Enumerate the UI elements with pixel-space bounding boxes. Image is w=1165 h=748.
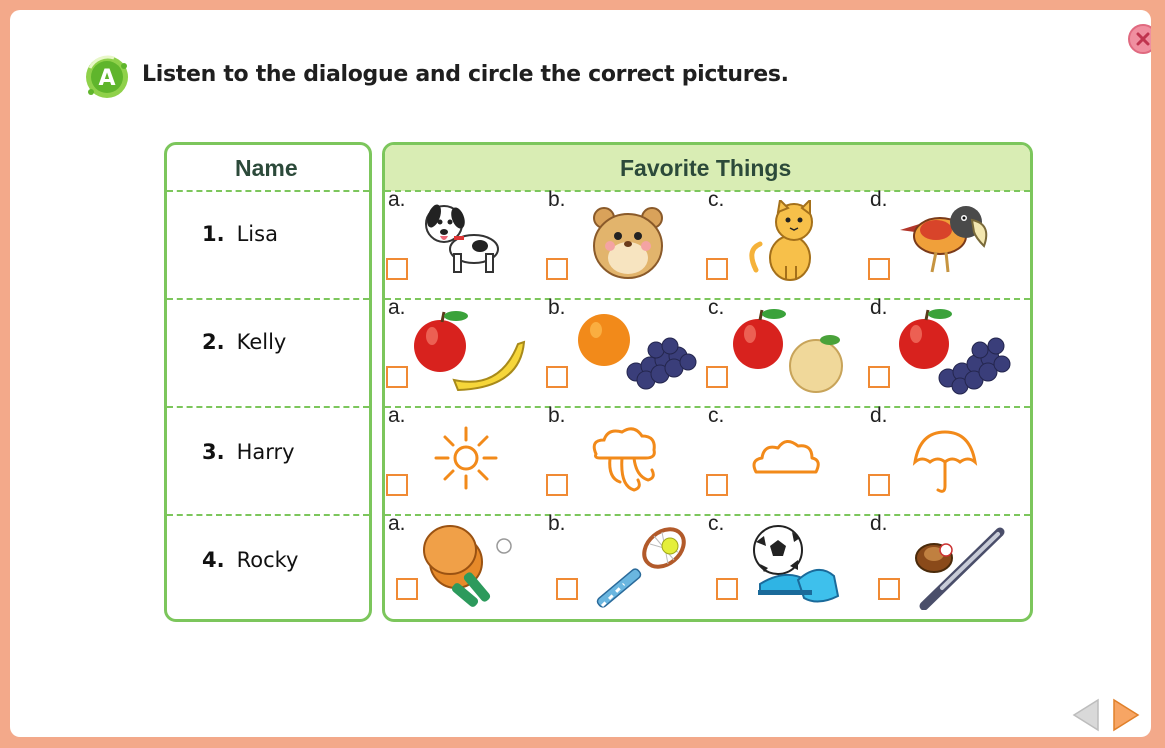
ping-pong-icon[interactable] bbox=[420, 522, 516, 610]
wind-icon[interactable] bbox=[590, 426, 662, 498]
soccer-icon[interactable] bbox=[746, 522, 842, 612]
row-divider bbox=[167, 190, 369, 192]
cat-icon[interactable] bbox=[746, 200, 828, 284]
checkbox-4a[interactable] bbox=[396, 578, 418, 600]
option-letter: d. bbox=[870, 188, 888, 211]
baseball-icon[interactable] bbox=[912, 524, 1008, 610]
option-letter: a. bbox=[388, 296, 406, 319]
checkbox-3d[interactable] bbox=[868, 474, 890, 496]
row-divider bbox=[167, 406, 369, 408]
option-letter: c. bbox=[708, 404, 725, 427]
favorite-things-header: Favorite Things bbox=[620, 155, 792, 181]
row-divider bbox=[167, 514, 369, 516]
checkbox-4c[interactable] bbox=[716, 578, 738, 600]
previous-page-arrow-icon[interactable] bbox=[1072, 698, 1100, 732]
hamster-icon[interactable] bbox=[588, 200, 670, 282]
option-letter: a. bbox=[388, 404, 406, 427]
apple-pear-icon[interactable] bbox=[730, 306, 852, 396]
section-badge-letter: A bbox=[98, 66, 115, 91]
checkbox-4d[interactable] bbox=[878, 578, 900, 600]
checkbox-2c[interactable] bbox=[706, 366, 728, 388]
apple-grapes-icon[interactable] bbox=[892, 306, 1020, 396]
next-page-arrow-icon[interactable] bbox=[1112, 698, 1140, 732]
option-letter: b. bbox=[548, 404, 566, 427]
option-letter: c. bbox=[708, 512, 725, 535]
option-letter: a. bbox=[388, 512, 406, 535]
checkbox-2b[interactable] bbox=[546, 366, 568, 388]
option-letter: b. bbox=[548, 188, 566, 211]
section-badge: A bbox=[84, 54, 130, 100]
row-name-3: 3. Harry bbox=[202, 440, 295, 464]
checkbox-3c[interactable] bbox=[706, 474, 728, 496]
parrot-icon[interactable] bbox=[896, 200, 996, 278]
close-button[interactable] bbox=[1128, 24, 1151, 54]
cloud-icon[interactable] bbox=[750, 436, 822, 478]
checkbox-4b[interactable] bbox=[556, 578, 578, 600]
name-header: Name bbox=[235, 155, 298, 181]
checkbox-2a[interactable] bbox=[386, 366, 408, 388]
option-letter: b. bbox=[548, 296, 566, 319]
row-name-1: 1. Lisa bbox=[202, 222, 278, 246]
option-letter: a. bbox=[388, 188, 406, 211]
dog-icon[interactable] bbox=[414, 194, 506, 276]
checkbox-3b[interactable] bbox=[546, 474, 568, 496]
checkbox-1b[interactable] bbox=[546, 258, 568, 280]
worksheet-page: A Listen to the dialogue and circle the … bbox=[10, 10, 1151, 737]
option-letter: c. bbox=[708, 188, 725, 211]
sun-icon[interactable] bbox=[434, 426, 498, 490]
checkbox-1a[interactable] bbox=[386, 258, 408, 280]
option-letter: d. bbox=[870, 512, 888, 535]
option-letter: d. bbox=[870, 404, 888, 427]
close-icon bbox=[1136, 32, 1150, 46]
apple-banana-icon[interactable] bbox=[410, 306, 528, 398]
checkbox-1d[interactable] bbox=[868, 258, 890, 280]
row-divider bbox=[167, 298, 369, 300]
orange-grapes-icon[interactable] bbox=[576, 308, 698, 394]
section-badge-icon: A bbox=[86, 55, 128, 98]
checkbox-3a[interactable] bbox=[386, 474, 408, 496]
option-letter: d. bbox=[870, 296, 888, 319]
tennis-icon[interactable] bbox=[584, 522, 694, 610]
row-name-2: 2. Kelly bbox=[202, 330, 287, 354]
instruction-text: Listen to the dialogue and circle the co… bbox=[142, 62, 789, 87]
checkbox-1c[interactable] bbox=[706, 258, 728, 280]
row-name-4: 4. Rocky bbox=[202, 548, 299, 572]
umbrella-icon[interactable] bbox=[912, 428, 978, 496]
option-letter: b. bbox=[548, 512, 566, 535]
option-letter: c. bbox=[708, 296, 725, 319]
checkbox-2d[interactable] bbox=[868, 366, 890, 388]
